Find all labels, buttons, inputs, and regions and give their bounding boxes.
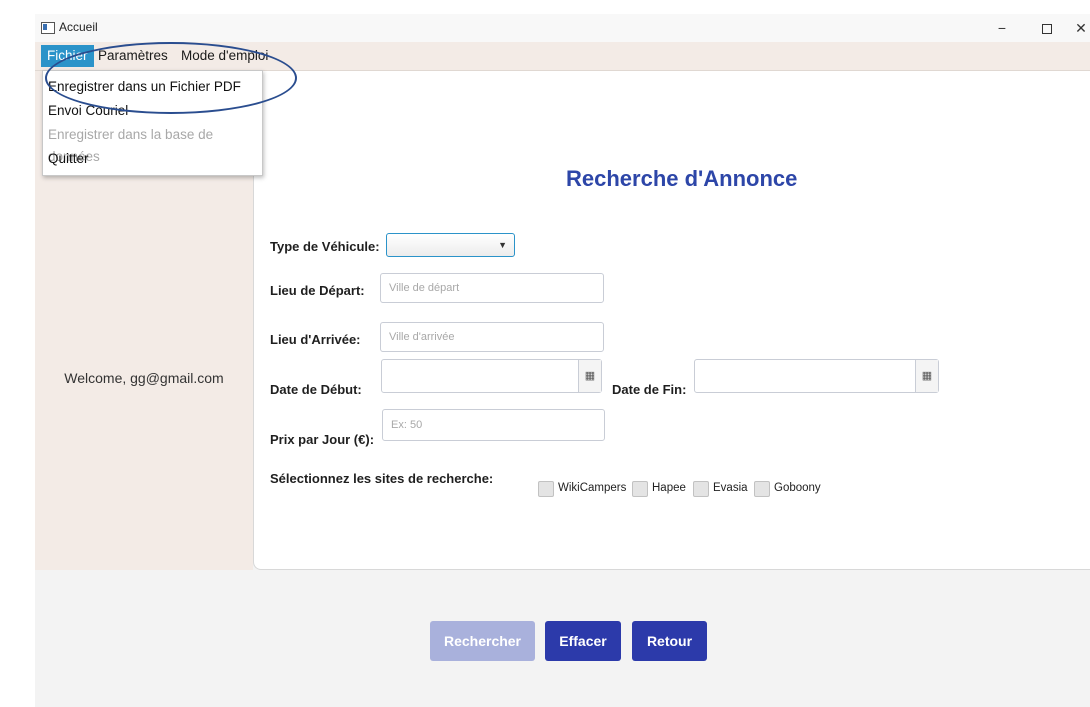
back-button[interactable]: Retour [632,621,707,661]
calendar-icon[interactable]: ▦ [578,360,601,392]
checkbox-wikicampers[interactable] [538,481,554,497]
close-button[interactable]: ✕ [1072,18,1090,38]
vehicle-type-select[interactable]: ▼ [386,233,515,257]
clear-button[interactable]: Effacer [545,621,621,661]
checkbox-evasia[interactable] [693,481,709,497]
maximize-button[interactable] [1032,18,1062,38]
search-button[interactable]: Rechercher [430,621,535,661]
menu-item-save-database: Enregistrer dans la base de données [48,127,214,164]
calendar-icon[interactable]: ▦ [915,360,938,392]
app-window: Accueil − ✕ Fichier Paramètres Mode d'em… [35,14,1090,707]
end-date-picker[interactable]: ▦ [694,359,939,393]
minimize-button[interactable]: − [987,18,1017,38]
departure-input[interactable] [380,273,604,303]
start-date-picker[interactable]: ▦ [381,359,602,393]
menu-item-quit[interactable]: Quitter [48,148,89,170]
checkbox-hapee[interactable] [632,481,648,497]
app-window-icon [41,22,55,34]
price-input[interactable] [382,409,605,441]
window-title: Accueil [59,20,98,34]
title-bar: Accueil − ✕ [35,14,1090,42]
arrival-input[interactable] [380,322,604,352]
welcome-text: Welcome, gg@gmail.com [64,370,224,386]
chevron-down-icon: ▼ [498,240,507,250]
departure-label: Lieu de Départ: [270,283,365,298]
arrival-label: Lieu d'Arrivée: [270,332,361,347]
start-date-label: Date de Début: [270,382,362,397]
checkbox-label: WikiCampers [558,482,627,494]
sites-label: Sélectionnez les sites de recherche: [270,471,494,486]
end-date-label: Date de Fin: [612,382,687,397]
checkbox-label: Evasia [713,482,748,494]
maximize-icon [1042,24,1052,35]
page-title: Recherche d'Annonce [566,166,798,191]
checkbox-label: Goboony [774,482,821,494]
sites-checkbox-group: WikiCampers Hapee Evasia Goboony [538,481,838,499]
checkbox-label: Hapee [652,482,686,494]
vehicle-type-label: Type de Véhicule: [270,239,380,254]
checkbox-goboony[interactable] [754,481,770,497]
highlight-ellipse [45,42,297,114]
price-label: Prix par Jour (€): [270,432,375,447]
